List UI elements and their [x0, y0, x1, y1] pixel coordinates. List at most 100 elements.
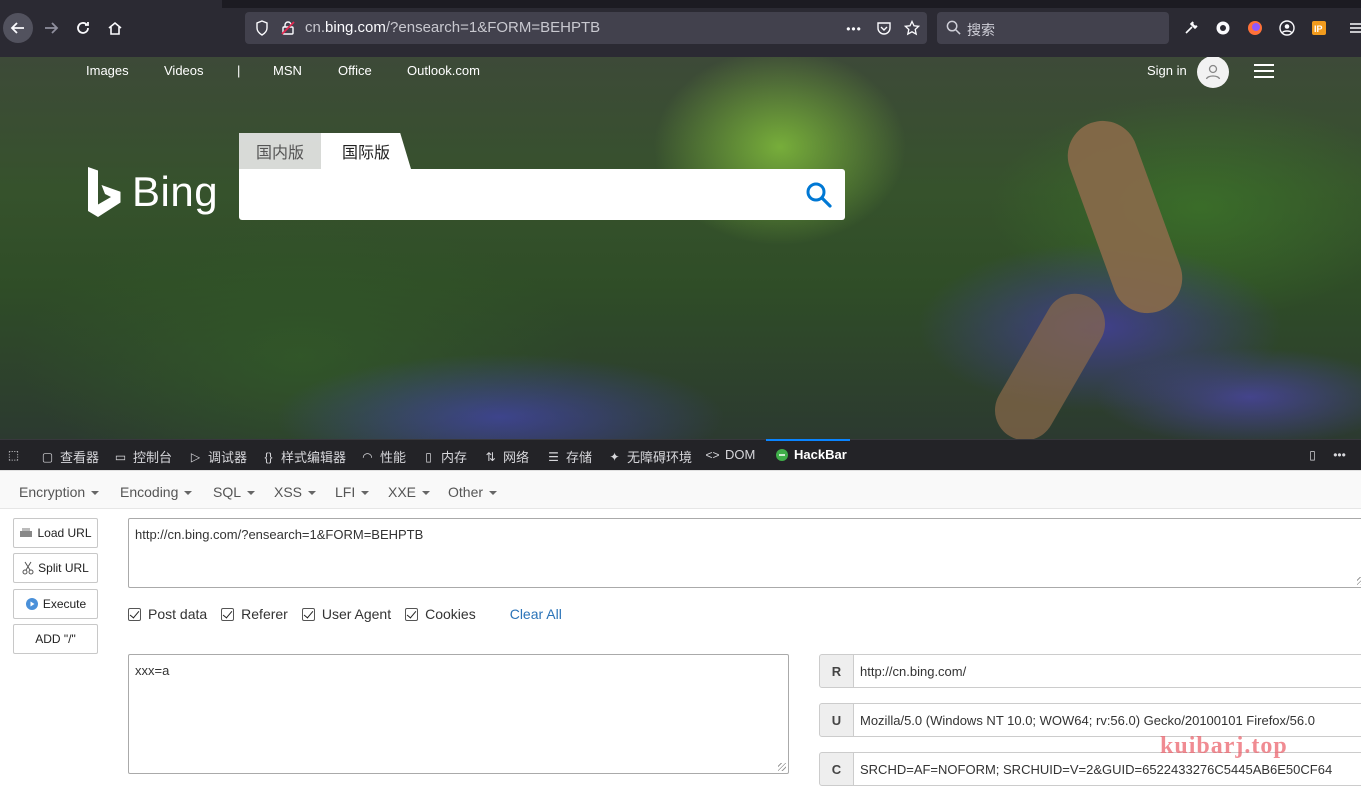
firefox-icon[interactable]	[1244, 17, 1266, 39]
menu-lfi[interactable]: LFI	[335, 484, 369, 500]
shield-icon[interactable]	[253, 19, 271, 37]
active-tab-indicator	[766, 439, 850, 441]
address-bar[interactable]: cn.bing.com/?ensearch=1&FORM=BEHPTB •••	[245, 12, 927, 44]
accessibility-icon: ✦	[609, 449, 620, 464]
menu-encryption[interactable]: Encryption	[19, 484, 99, 500]
tab-style-editor[interactable]: {} 样式编辑器	[261, 447, 346, 466]
ip-extension-icon[interactable]: IP	[1308, 17, 1330, 39]
hackbar-panel: Encryption Encoding SQL XSS LFI XXE Othe…	[0, 470, 1361, 791]
nav-images-link[interactable]: Images	[86, 63, 129, 78]
bing-logo: Bing	[86, 167, 218, 217]
tab-hackbar[interactable]: HackBar	[774, 447, 847, 462]
tab-network[interactable]: ⇅ 网络	[483, 447, 529, 466]
menu-other[interactable]: Other	[448, 484, 497, 500]
devtools-more-icon[interactable]: •••	[1332, 447, 1347, 462]
storage-icon: ☰	[548, 449, 559, 464]
menu-icon[interactable]	[1345, 17, 1361, 39]
referer-input[interactable]: http://cn.bing.com/	[854, 654, 1361, 688]
url-value: http://cn.bing.com/?ensearch=1&FORM=BEHP…	[135, 527, 424, 542]
tab-debugger[interactable]: ▷ 调试器	[188, 447, 247, 466]
insecure-lock-icon[interactable]	[279, 19, 297, 37]
nav-msn-link[interactable]: MSN	[273, 63, 302, 78]
user-agent-input[interactable]: Mozilla/5.0 (Windows NT 10.0; WOW64; rv:…	[854, 703, 1361, 737]
search-placeholder: 搜索	[967, 22, 995, 38]
pocket-icon[interactable]	[875, 19, 893, 37]
split-url-button[interactable]: Split URL	[13, 553, 98, 583]
tab-memory[interactable]: ▯ 内存	[421, 447, 467, 466]
watermark: kuibarj.top	[1160, 733, 1288, 759]
url-textarea[interactable]: http://cn.bing.com/?ensearch=1&FORM=BEHP…	[128, 518, 1361, 588]
gauge-icon: ◠	[362, 449, 373, 464]
search-bar[interactable]: 搜索	[937, 12, 1169, 44]
referer-label: R	[819, 654, 854, 688]
tab-storage[interactable]: ☰ 存储	[546, 447, 592, 466]
tab-performance[interactable]: ◠ 性能	[360, 447, 406, 466]
bing-b-icon	[88, 167, 121, 217]
hackbar-icon	[774, 447, 789, 462]
star-icon[interactable]	[903, 19, 921, 37]
resize-handle[interactable]	[778, 763, 786, 771]
menu-sql[interactable]: SQL	[213, 484, 255, 500]
post-data-value: xxx=a	[135, 663, 170, 678]
hamburger-menu-icon[interactable]	[1254, 64, 1274, 82]
tab-international[interactable]: 国际版	[321, 133, 411, 169]
cookies-checkbox[interactable]: Cookies	[405, 606, 476, 622]
search-icon	[946, 20, 961, 35]
background-trail	[1057, 111, 1193, 323]
forward-button[interactable]	[36, 13, 66, 43]
menu-xss[interactable]: XSS	[274, 484, 316, 500]
sign-in-link[interactable]: Sign in	[1147, 63, 1187, 78]
nav-divider: |	[237, 63, 241, 78]
reload-icon	[77, 22, 89, 34]
bing-wordmark: Bing	[132, 168, 219, 215]
back-button[interactable]	[3, 13, 33, 43]
load-url-button[interactable]: Load URL	[13, 518, 98, 548]
user-icon	[1205, 64, 1221, 80]
url-text[interactable]: cn.bing.com/?ensearch=1&FORM=BEHPTB	[305, 19, 600, 36]
user-agent-row: U Mozilla/5.0 (Windows NT 10.0; WOW64; r…	[819, 703, 1361, 737]
network-arrows-icon: ⇅	[485, 449, 496, 464]
arrow-left-icon	[10, 22, 24, 34]
bing-homepage: Images Videos | MSN Office Outlook.com S…	[0, 57, 1361, 439]
tab-domestic[interactable]: 国内版	[239, 133, 321, 169]
resize-handle[interactable]	[1357, 577, 1361, 585]
account-icon[interactable]	[1276, 17, 1298, 39]
avatar[interactable]	[1197, 57, 1229, 88]
element-picker-icon[interactable]: ⬚	[6, 447, 21, 462]
menu-encoding[interactable]: Encoding	[120, 484, 192, 500]
post-data-textarea[interactable]: xxx=a	[128, 654, 789, 774]
referer-checkbox[interactable]: Referer	[221, 606, 288, 622]
search-icon[interactable]	[805, 181, 833, 209]
dock-icon[interactable]: ▯	[1305, 447, 1320, 462]
user-agent-checkbox[interactable]: User Agent	[301, 606, 391, 622]
record-icon[interactable]	[1212, 17, 1234, 39]
more-icon[interactable]: •••	[845, 20, 863, 38]
add-slash-button[interactable]: ADD "/"	[13, 624, 98, 654]
home-button[interactable]	[100, 13, 130, 43]
debugger-icon: ▷	[190, 449, 201, 464]
post-data-checkbox[interactable]: Post data	[128, 606, 207, 622]
code-icon: <>	[705, 447, 720, 462]
tab-accessibility[interactable]: ✦ 无障碍环境	[607, 447, 692, 466]
clear-all-link[interactable]: Clear All	[510, 606, 562, 622]
memory-icon: ▯	[425, 449, 432, 464]
wrench-icon[interactable]	[1180, 17, 1202, 39]
tab-dom[interactable]: <> DOM	[705, 447, 755, 462]
bing-search-input[interactable]	[239, 169, 845, 220]
menu-xxe[interactable]: XXE	[388, 484, 430, 500]
nav-office-link[interactable]: Office	[338, 63, 372, 78]
devtools-tabbar: ⬚ ▢ 查看器 ▭ 控制台 ▷ 调试器 {} 样式编辑器 ◠ 性能 ▯ 内存 ⇅ 网络 ☰ 存储…	[0, 439, 1361, 470]
printer-icon	[20, 528, 33, 537]
reload-button[interactable]	[68, 13, 98, 43]
nav-videos-link[interactable]: Videos	[164, 63, 204, 78]
execute-button[interactable]: Execute	[13, 589, 98, 619]
cookies-label: C	[819, 752, 854, 786]
tab-console[interactable]: ▭ 控制台	[113, 447, 172, 466]
nav-outlook-link[interactable]: Outlook.com	[407, 63, 480, 78]
tab-inspector[interactable]: ▢ 查看器	[40, 447, 99, 466]
console-icon: ▭	[114, 449, 127, 464]
background-trail	[984, 282, 1116, 439]
user-agent-label: U	[819, 703, 854, 737]
referer-row: R http://cn.bing.com/	[819, 654, 1361, 688]
browser-toolbar: cn.bing.com/?ensearch=1&FORM=BEHPTB ••• …	[0, 0, 1361, 57]
